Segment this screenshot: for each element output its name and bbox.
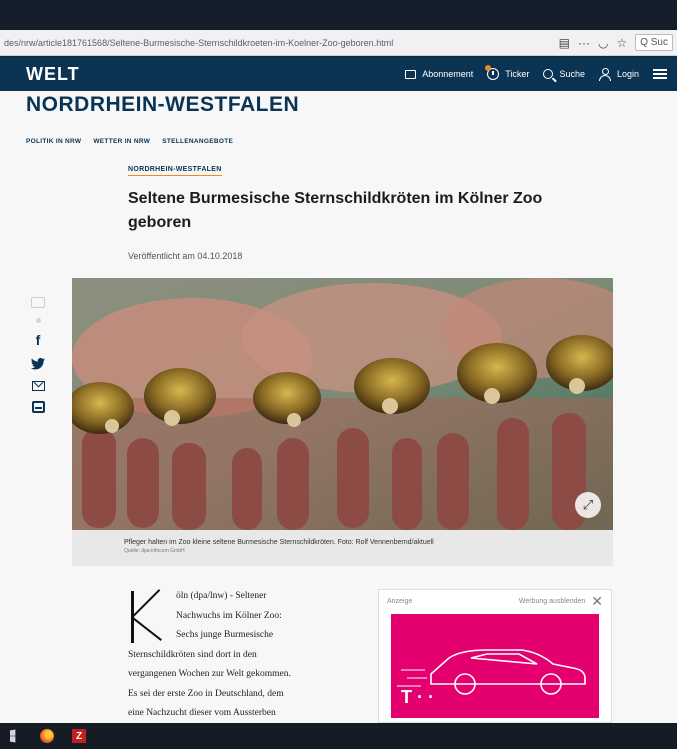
firefox-icon[interactable] xyxy=(40,729,54,743)
subnav-stellenangebote[interactable]: STELLENANGEBOTE xyxy=(162,138,233,145)
search-box[interactable]: Q Suc xyxy=(635,34,673,51)
article-kicker[interactable]: NORDRHEIN-WESTFALEN xyxy=(128,166,222,176)
search-icon xyxy=(543,69,554,79)
expand-icon[interactable]: ⤢ xyxy=(575,492,601,518)
advertisement[interactable]: Anzeige Werbung ausblenden ✕ T · · xyxy=(378,589,612,723)
web-page: WELT Abonnement Ticker Suche Login NORDR… xyxy=(0,57,677,723)
body-line: Sechs junge Burmesische xyxy=(176,630,274,640)
publish-date: Veröffentlicht am 04.10.2018 xyxy=(128,251,243,261)
reader-view-icon[interactable]: ▤ xyxy=(559,36,570,50)
telekom-logo: T · · xyxy=(401,687,434,707)
windows-start-icon[interactable] xyxy=(10,729,16,743)
comment-icon[interactable] xyxy=(31,297,45,308)
address-bar[interactable]: des/nrw/article181761568/Seltene-Burmesi… xyxy=(0,38,559,48)
photo-caption-bar: Pfleger halten im Zoo kleine seltene Bur… xyxy=(72,530,613,566)
subnav-politik[interactable]: POLITIK IN NRW xyxy=(26,138,81,145)
close-icon[interactable]: ✕ xyxy=(591,594,603,608)
section-title[interactable]: NORDRHEIN-WESTFALEN xyxy=(26,93,299,117)
body-line: eine Nachzucht dieser vom Aussterben xyxy=(128,708,276,718)
hide-ad-link[interactable]: Werbung ausblenden xyxy=(519,598,585,605)
body-line: Nachwuchs im Kölner Zoo: xyxy=(176,610,282,621)
ad-label: Anzeige xyxy=(387,597,413,605)
nav-suche[interactable]: Suche xyxy=(543,69,585,79)
body-line: vergangenen Wochen zur Welt gekommen. xyxy=(128,669,291,679)
nav-abonnement[interactable]: Abonnement xyxy=(405,69,473,79)
turtles-in-hands-image xyxy=(72,278,613,530)
body-line: Sternschildkröten sind dort in den xyxy=(128,649,257,660)
newspaper-icon xyxy=(405,69,417,79)
welt-logo[interactable]: WELT xyxy=(26,64,80,85)
clock-icon xyxy=(485,65,500,80)
comment-count-dot xyxy=(35,318,41,323)
body-line: Es sei der erste Zoo in Deutschland, dem xyxy=(128,688,284,699)
facebook-icon[interactable]: f xyxy=(31,332,45,348)
article-body: öln (dpa/lnw) - Seltener Nachwuchs im Kö… xyxy=(128,587,363,723)
bookmark-star-icon[interactable]: ☆ xyxy=(616,36,627,50)
subnav-wetter[interactable]: WETTER IN NRW xyxy=(93,138,150,145)
nav-ticker[interactable]: Ticker xyxy=(485,65,529,80)
pocket-icon[interactable]: ◡ xyxy=(598,36,608,50)
body-line: öln (dpa/lnw) - Seltener xyxy=(176,591,267,601)
hamburger-menu-icon[interactable] xyxy=(653,69,667,79)
ad-banner-image[interactable]: T · · xyxy=(391,614,599,718)
browser-toolbar: des/nrw/article181761568/Seltene-Burmesi… xyxy=(0,30,677,56)
nav-login[interactable]: Login xyxy=(598,68,639,81)
browser-title-bar xyxy=(0,0,677,30)
article-headline: Seltene Burmesische Sternschildkröten im… xyxy=(128,190,543,231)
email-share-icon[interactable] xyxy=(31,381,45,391)
more-actions-icon[interactable]: ··· xyxy=(578,36,590,50)
photo-caption: Pfleger halten im Zoo kleine seltene Bur… xyxy=(124,539,434,546)
twitter-icon[interactable] xyxy=(31,357,45,371)
taskbar: Z xyxy=(0,723,677,749)
filezilla-icon[interactable]: Z xyxy=(72,729,86,743)
section-subnav: POLITIK IN NRW WETTER IN NRW STELLENANGE… xyxy=(26,138,233,145)
print-icon[interactable] xyxy=(31,401,45,413)
article-photo[interactable]: ⤢ xyxy=(72,278,613,530)
share-bar: f xyxy=(30,297,46,413)
site-header: WELT Abonnement Ticker Suche Login xyxy=(0,57,677,91)
photo-source: Quelle: dpa-infocom GmbH xyxy=(124,548,185,554)
user-icon xyxy=(598,68,611,81)
